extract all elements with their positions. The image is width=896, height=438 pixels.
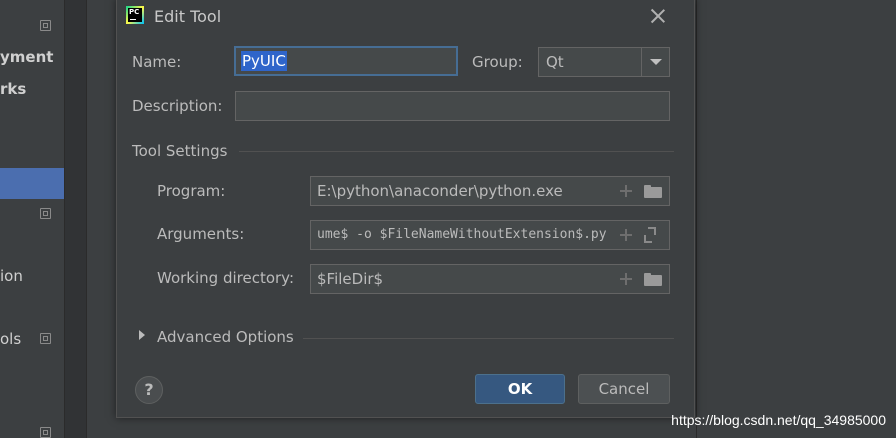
group-label: Group: bbox=[472, 53, 523, 71]
insert-macro-icon[interactable] bbox=[617, 221, 635, 249]
chevron-down-icon bbox=[650, 59, 662, 65]
group-value: Qt bbox=[546, 53, 564, 71]
folder-icon[interactable] bbox=[643, 265, 662, 293]
group-dropdown-button[interactable] bbox=[641, 48, 669, 76]
background-panel bbox=[696, 0, 896, 438]
working-directory-value: $FileDir$ bbox=[317, 270, 384, 288]
working-directory-input[interactable]: $FileDir$ bbox=[310, 264, 670, 294]
cancel-button[interactable]: Cancel bbox=[578, 374, 670, 404]
separator bbox=[303, 338, 674, 339]
name-input[interactable]: PyUIC bbox=[234, 46, 458, 76]
insert-macro-icon[interactable] bbox=[617, 177, 635, 205]
name-input-value: PyUIC bbox=[241, 51, 287, 71]
copy-icon bbox=[40, 20, 51, 31]
expand-triangle-icon[interactable] bbox=[139, 330, 145, 340]
expand-icon[interactable] bbox=[643, 221, 661, 249]
close-icon[interactable] bbox=[650, 8, 666, 24]
pycharm-app-icon: PC bbox=[126, 6, 144, 24]
working-directory-label: Working directory: bbox=[157, 269, 295, 287]
dialog-titlebar[interactable]: PC Edit Tool bbox=[117, 0, 694, 35]
program-label: Program: bbox=[157, 182, 226, 200]
settings-sidebar: yment rks ion ols bbox=[0, 0, 64, 438]
sidebar-selected-row[interactable] bbox=[0, 168, 64, 199]
tool-settings-heading: Tool Settings bbox=[132, 142, 228, 160]
folder-icon[interactable] bbox=[643, 177, 662, 205]
help-button[interactable]: ? bbox=[135, 376, 163, 404]
description-input[interactable] bbox=[235, 91, 670, 121]
insert-macro-icon[interactable] bbox=[617, 265, 635, 293]
copy-icon bbox=[40, 333, 51, 344]
group-combobox[interactable]: Qt bbox=[538, 47, 670, 77]
name-label: Name: bbox=[132, 53, 182, 71]
background-panel bbox=[64, 0, 87, 438]
watermark: https://blog.csdn.net/qq_34985000 bbox=[671, 412, 886, 428]
sidebar-item-frameworks[interactable]: rks bbox=[0, 80, 26, 98]
background-panel bbox=[86, 0, 117, 438]
ok-button[interactable]: OK bbox=[475, 374, 565, 404]
edit-tool-dialog: PC Edit Tool Name: PyUIC Group: Qt Descr… bbox=[116, 0, 695, 418]
copy-icon bbox=[40, 208, 51, 219]
dialog-title: Edit Tool bbox=[154, 7, 222, 26]
sidebar-item-ion[interactable]: ion bbox=[0, 267, 23, 285]
sidebar-item-tools[interactable]: ols bbox=[0, 330, 21, 348]
copy-icon bbox=[40, 427, 51, 438]
advanced-options-toggle[interactable]: Advanced Options bbox=[157, 328, 294, 346]
sidebar-item-deployment[interactable]: yment bbox=[0, 48, 53, 66]
program-value: E:\python\anaconder\python.exe bbox=[317, 182, 563, 200]
arguments-value: ume$ -o $FileNameWithoutExtension$.py bbox=[317, 227, 607, 242]
separator bbox=[239, 151, 674, 152]
description-label: Description: bbox=[132, 97, 223, 115]
arguments-label: Arguments: bbox=[157, 225, 245, 243]
program-input[interactable]: E:\python\anaconder\python.exe bbox=[310, 176, 670, 206]
arguments-input[interactable]: ume$ -o $FileNameWithoutExtension$.py bbox=[310, 220, 670, 250]
